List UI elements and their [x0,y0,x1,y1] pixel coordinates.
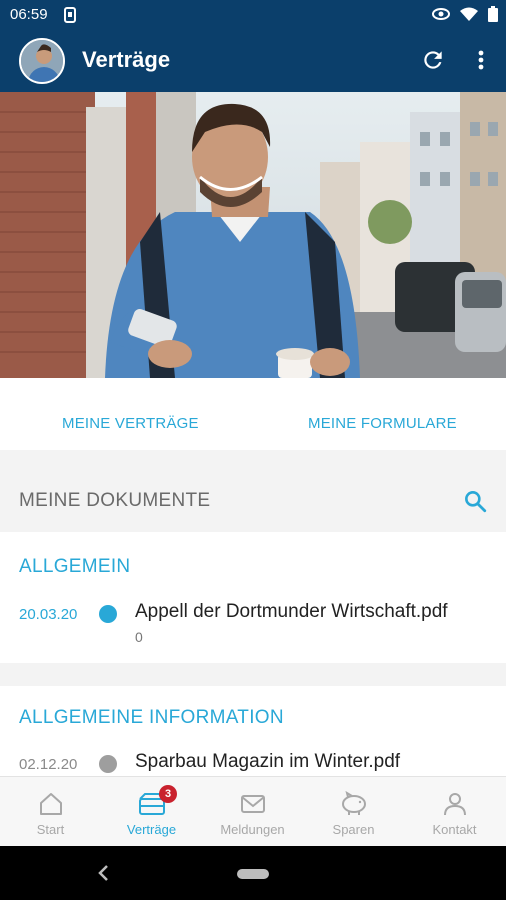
nav-label: Meldungen [220,822,285,837]
nav-label: Start [36,822,65,837]
back-chevron-icon[interactable] [97,863,111,888]
doc-subtitle: 0 [135,629,143,645]
nav-label: Verträge [126,822,177,837]
tab-my-forms[interactable]: MEINE FORMULARE [308,415,457,432]
mail-icon [239,791,267,822]
avatar[interactable] [19,38,65,84]
system-navigation-bar [0,846,506,900]
home-pill-button[interactable] [237,869,269,879]
piggy-bank-icon [339,790,369,822]
nav-vertraege[interactable]: 3 Verträge [101,777,202,847]
section-heading: ALLGEMEIN [19,556,131,577]
more-options-button[interactable] [470,47,492,73]
hero-image [0,92,506,378]
app-bar: Verträge [0,30,506,92]
section-divider [0,663,506,686]
search-button[interactable] [462,488,488,514]
nav-sparen[interactable]: Sparen [303,777,404,847]
doc-date: 02.12.20 [19,756,78,773]
person-icon [442,791,468,822]
section-heading: ALLGEMEINE INFORMATION [19,707,284,728]
refresh-button[interactable] [420,47,446,73]
doc-name: Appell der Dortmunder Wirtschaft.pdf [135,601,448,622]
status-bar: 06:59 [0,0,506,30]
nav-label: Kontakt [432,822,477,837]
tabs-row: MEINE VERTRÄGE MEINE FORMULARE [0,378,506,450]
unread-indicator-icon [99,605,117,623]
nav-kontakt[interactable]: Kontakt [404,777,505,847]
documents-title: MEINE DOKUMENTE [19,490,211,511]
section-allgemein: ALLGEMEIN 20.03.20 Appell der Dortmunder… [0,532,506,663]
nav-label: Sparen [332,822,375,837]
doc-date: 20.03.20 [19,606,78,623]
wifi-icon [460,7,478,26]
read-indicator-icon [99,755,117,773]
phone-notification-icon [64,7,76,28]
battery-icon [488,6,498,27]
doc-name: Sparbau Magazin im Winter.pdf [135,751,401,772]
search-icon [465,491,487,513]
refresh-icon [424,51,442,69]
status-time: 06:59 [10,6,48,23]
eye-icon [432,7,450,26]
status-indicators [432,6,498,27]
section-allgemeine-information: ALLGEMEINE INFORMATION 02.12.20 Sparbau … [0,686,506,776]
tab-my-contracts[interactable]: MEINE VERTRÄGE [62,415,199,432]
home-icon [38,791,64,822]
nav-start[interactable]: Start [0,777,101,847]
more-vert-icon [478,50,484,70]
page-title: Verträge [82,47,171,72]
notification-badge: 3 [159,785,177,803]
nav-meldungen[interactable]: Meldungen [202,777,303,847]
documents-header: MEINE DOKUMENTE [0,450,506,532]
bottom-navigation: Start 3 Verträge Meldungen Sparen Kontak… [0,776,506,846]
